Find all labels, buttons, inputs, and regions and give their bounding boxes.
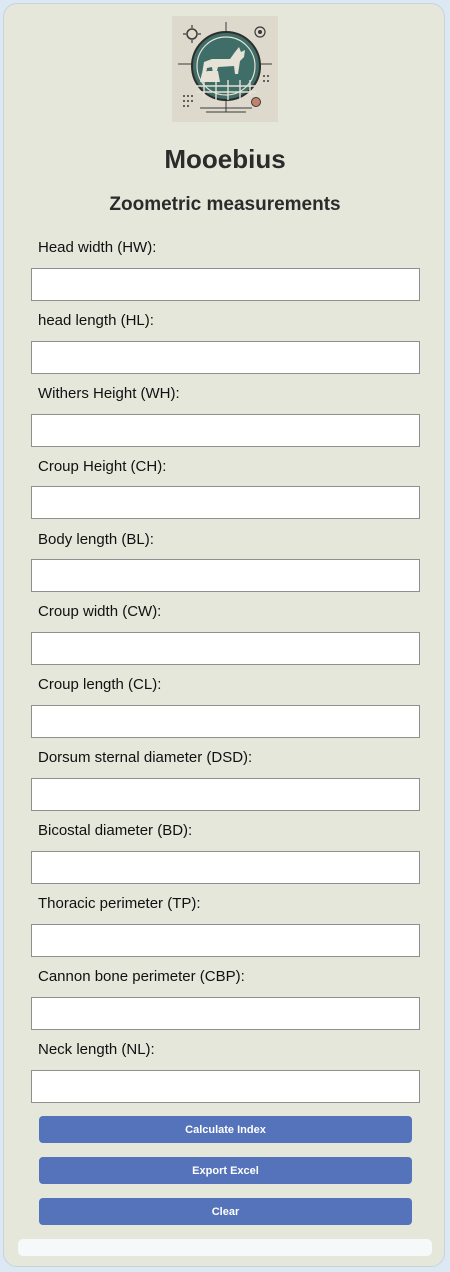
head-width-label: Head width (HW): <box>38 239 157 256</box>
logo-image <box>172 16 278 122</box>
cattle-emblem-icon <box>172 16 278 122</box>
neck-length-label: Neck length (NL): <box>38 1041 155 1058</box>
results-panel <box>18 1239 432 1256</box>
cannon-bone-perimeter-label: Cannon bone perimeter (CBP): <box>38 968 245 985</box>
dorsum-sternal-diameter-label: Dorsum sternal diameter (DSD): <box>38 749 253 766</box>
head-length-label: head length (HL): <box>38 312 154 329</box>
app-title: Mooebius <box>164 144 286 174</box>
withers-height-input[interactable] <box>31 414 420 447</box>
croup-height-label: Croup Height (CH): <box>38 458 167 475</box>
section-heading: Zoometric measurements <box>109 194 341 215</box>
body-length-label: Body length (BL): <box>38 531 154 548</box>
head-length-input[interactable] <box>31 341 420 374</box>
head-width-input[interactable] <box>31 268 420 301</box>
croup-width-input[interactable] <box>31 632 420 665</box>
body-length-input[interactable] <box>31 559 420 592</box>
croup-length-input[interactable] <box>31 705 420 738</box>
clear-button[interactable]: Clear <box>39 1198 412 1225</box>
thoracic-perimeter-label: Thoracic perimeter (TP): <box>38 895 201 912</box>
cannon-bone-perimeter-input[interactable] <box>31 997 420 1030</box>
dorsum-sternal-diameter-input[interactable] <box>31 778 420 811</box>
thoracic-perimeter-input[interactable] <box>31 924 420 957</box>
export-excel-button[interactable]: Export Excel <box>39 1157 412 1184</box>
croup-length-label: Croup length (CL): <box>38 676 162 693</box>
neck-length-input[interactable] <box>31 1070 420 1103</box>
bicostal-diameter-input[interactable] <box>31 851 420 884</box>
calculate-index-button[interactable]: Calculate Index <box>39 1116 412 1143</box>
form-card: Mooebius Zoometric measurements Head wid… <box>3 3 445 1267</box>
croup-height-input[interactable] <box>31 486 420 519</box>
bicostal-diameter-label: Bicostal diameter (BD): <box>38 822 193 839</box>
withers-height-label: Withers Height (WH): <box>38 385 180 402</box>
croup-width-label: Croup width (CW): <box>38 603 162 620</box>
